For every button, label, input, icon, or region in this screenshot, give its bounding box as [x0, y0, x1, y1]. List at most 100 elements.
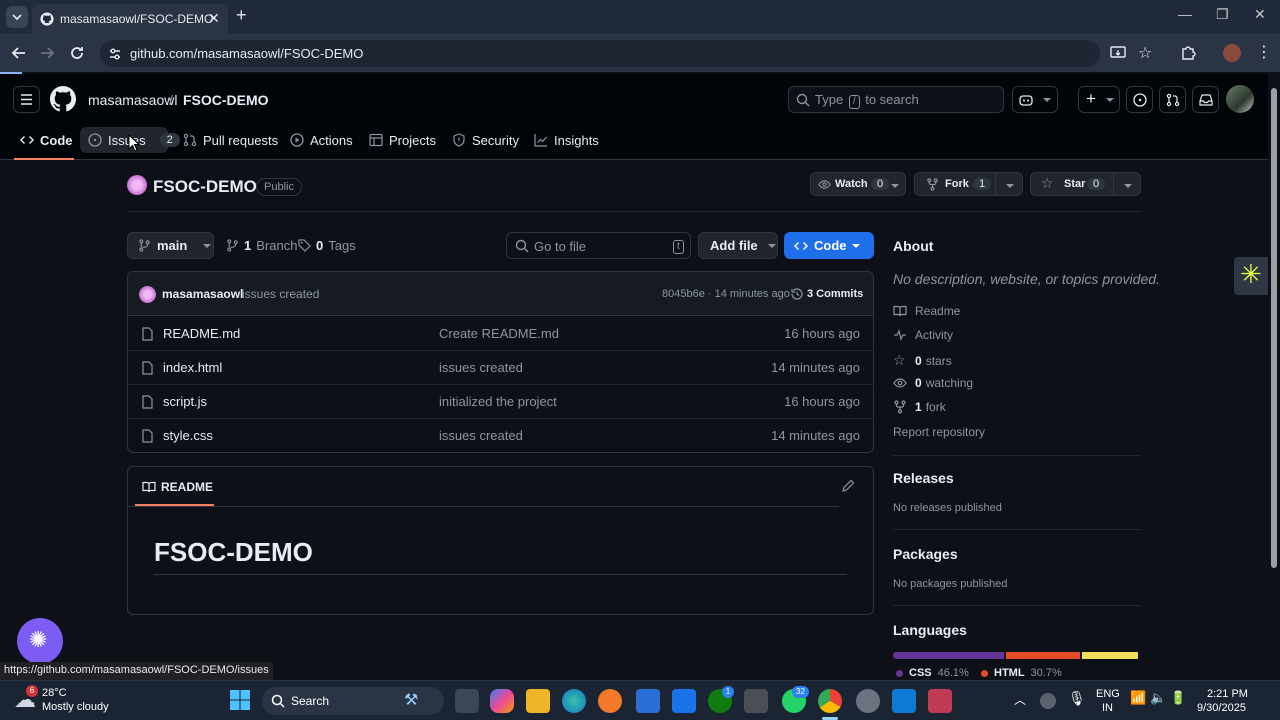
chevron-down-icon[interactable] [1006, 182, 1014, 190]
repo-name[interactable]: FSOC-DEMO [153, 177, 257, 197]
browser-menu-icon[interactable]: ⋮ [1256, 42, 1272, 62]
tab-projects[interactable]: Projects [369, 130, 436, 150]
chevron-down-icon[interactable] [1124, 182, 1132, 190]
assistant-bubble-button[interactable]: ✺ [17, 618, 63, 664]
file-row[interactable]: README.md Create README.md 16 hours ago [128, 317, 873, 351]
chrome-icon[interactable] [818, 689, 842, 713]
chevron-up-icon[interactable]: ︿ [1014, 691, 1026, 708]
branch-select-button[interactable]: main [127, 232, 214, 259]
releases-title[interactable]: Releases [893, 470, 954, 486]
readme-link[interactable]: Readme [893, 304, 960, 318]
vscode-icon[interactable] [892, 689, 916, 713]
weather-widget[interactable]: ☁ 6 28°C Mostly cloudy [14, 685, 124, 717]
file-name[interactable]: index.html [163, 360, 222, 375]
snipping-tool-icon[interactable] [928, 689, 952, 713]
packages-title[interactable]: Packages [893, 546, 958, 562]
file-name[interactable]: README.md [163, 326, 240, 341]
github-logo-icon[interactable] [50, 86, 76, 112]
tab-close-icon[interactable]: ✕ [208, 10, 220, 27]
hamburger-button[interactable] [13, 86, 40, 113]
tab-actions[interactable]: Actions [290, 130, 353, 150]
address-bar[interactable]: github.com/masamasaowl/FSOC-DEMO [100, 40, 1100, 67]
copilot-app-icon[interactable] [490, 689, 514, 713]
unity-icon[interactable] [744, 689, 768, 713]
file-commit-message[interactable]: issues created [439, 360, 523, 375]
edge-browser-icon[interactable] [562, 689, 586, 713]
language-bottom[interactable]: IN [1102, 702, 1113, 714]
minimize-icon[interactable]: — [1178, 6, 1192, 22]
file-commit-message[interactable]: issues created [439, 428, 523, 443]
inbox-button[interactable] [1192, 86, 1219, 113]
page-scrollbar[interactable] [1268, 74, 1280, 680]
settings-gear-icon[interactable] [856, 689, 880, 713]
tags-link[interactable]: 0 Tags [298, 238, 356, 253]
file-commit-message[interactable]: initialized the project [439, 394, 557, 409]
readme-tab[interactable]: README [161, 480, 213, 494]
watch-button[interactable]: Watch 0 [810, 172, 906, 196]
tab-security[interactable]: Security [452, 130, 519, 150]
extensions-icon[interactable] [1180, 45, 1196, 61]
tab-pull-requests[interactable]: Pull requests [183, 130, 278, 150]
windows-start-icon[interactable] [230, 690, 250, 710]
forks-link[interactable]: 1 fork [893, 400, 946, 414]
wifi-icon[interactable]: 📶 [1130, 690, 1146, 706]
tab-search-button[interactable] [6, 6, 28, 28]
issues-header-button[interactable] [1126, 86, 1153, 113]
clock-date[interactable]: 9/30/2025 [1197, 702, 1246, 714]
file-name[interactable]: script.js [163, 394, 207, 409]
browser-tab[interactable]: masamasaowl/FSOC-DEMO ✕ [32, 4, 228, 34]
pencil-icon[interactable] [841, 479, 855, 493]
stars-link[interactable]: ☆ 0 stars [893, 352, 952, 369]
install-app-icon[interactable] [1110, 45, 1126, 61]
commit-sha-time[interactable]: 8045b6e · 14 minutes ago [662, 288, 790, 300]
forward-arrow-icon[interactable] [38, 44, 56, 62]
copilot-button[interactable] [1012, 86, 1058, 113]
file-row[interactable]: script.js initialized the project 16 hou… [128, 385, 873, 419]
global-search-input[interactable]: Type / to search [788, 86, 1004, 113]
tab-insights[interactable]: Insights [534, 130, 599, 150]
site-info-icon[interactable] [108, 47, 122, 61]
language-top[interactable]: ENG [1096, 688, 1120, 700]
fork-button[interactable]: Fork 1 [914, 172, 1023, 196]
commit-author[interactable]: masamasaowl [162, 287, 243, 301]
add-file-button[interactable]: Add file [698, 232, 778, 259]
code-dropdown-button[interactable]: Code [784, 232, 874, 259]
maximize-icon[interactable]: ❐ [1216, 6, 1229, 23]
file-row[interactable]: style.css issues created 14 minutes ago [128, 419, 873, 452]
battery-icon[interactable]: 🔋 [1170, 690, 1186, 706]
language-html[interactable]: HTML 30.7% [981, 667, 1062, 679]
create-new-button[interactable]: + [1078, 86, 1120, 113]
branches-link[interactable]: 1 Branch [226, 238, 297, 253]
commit-message[interactable]: issues created [242, 287, 319, 301]
activity-link[interactable]: Activity [893, 328, 953, 342]
scrollbar-thumb[interactable] [1271, 88, 1277, 568]
language-css[interactable]: CSS 46.1% [896, 667, 969, 679]
file-row[interactable]: index.html issues created 14 minutes ago [128, 351, 873, 385]
reload-icon[interactable] [68, 44, 86, 62]
back-arrow-icon[interactable] [10, 44, 28, 62]
microphone-icon[interactable]: 🎙 [1068, 690, 1086, 707]
file-commit-message[interactable]: Create README.md [439, 326, 559, 341]
star-button[interactable]: ☆ Star 0 [1030, 172, 1141, 196]
watching-link[interactable]: 0 watching [893, 376, 973, 390]
blender-icon[interactable] [598, 689, 622, 713]
close-window-icon[interactable]: ✕ [1254, 6, 1266, 23]
microsoft-store-icon[interactable] [636, 689, 660, 713]
breadcrumb-owner[interactable]: masamasaowl [88, 92, 177, 108]
bookmark-star-icon[interactable]: ☆ [1138, 43, 1152, 63]
file-name[interactable]: style.css [163, 428, 213, 443]
go-to-file-input[interactable]: Go to file t [506, 232, 691, 259]
file-explorer-icon[interactable] [526, 689, 550, 713]
new-tab-icon[interactable]: + [236, 5, 247, 26]
breadcrumb-repo[interactable]: FSOC-DEMO [183, 92, 269, 108]
pull-requests-header-button[interactable] [1159, 86, 1186, 113]
profile-avatar[interactable] [1223, 44, 1241, 62]
taskbar-search[interactable]: Search ⚒ [262, 687, 444, 715]
azure-data-studio-icon[interactable] [672, 689, 696, 713]
volume-icon[interactable]: 🔈 [1150, 690, 1166, 706]
clock-time[interactable]: 2:21 PM [1207, 688, 1248, 700]
commits-link[interactable]: 3 Commits [807, 288, 863, 300]
task-view-icon[interactable] [455, 689, 479, 713]
user-avatar[interactable] [1226, 85, 1254, 113]
tray-antivirus-icon[interactable] [1040, 693, 1056, 709]
